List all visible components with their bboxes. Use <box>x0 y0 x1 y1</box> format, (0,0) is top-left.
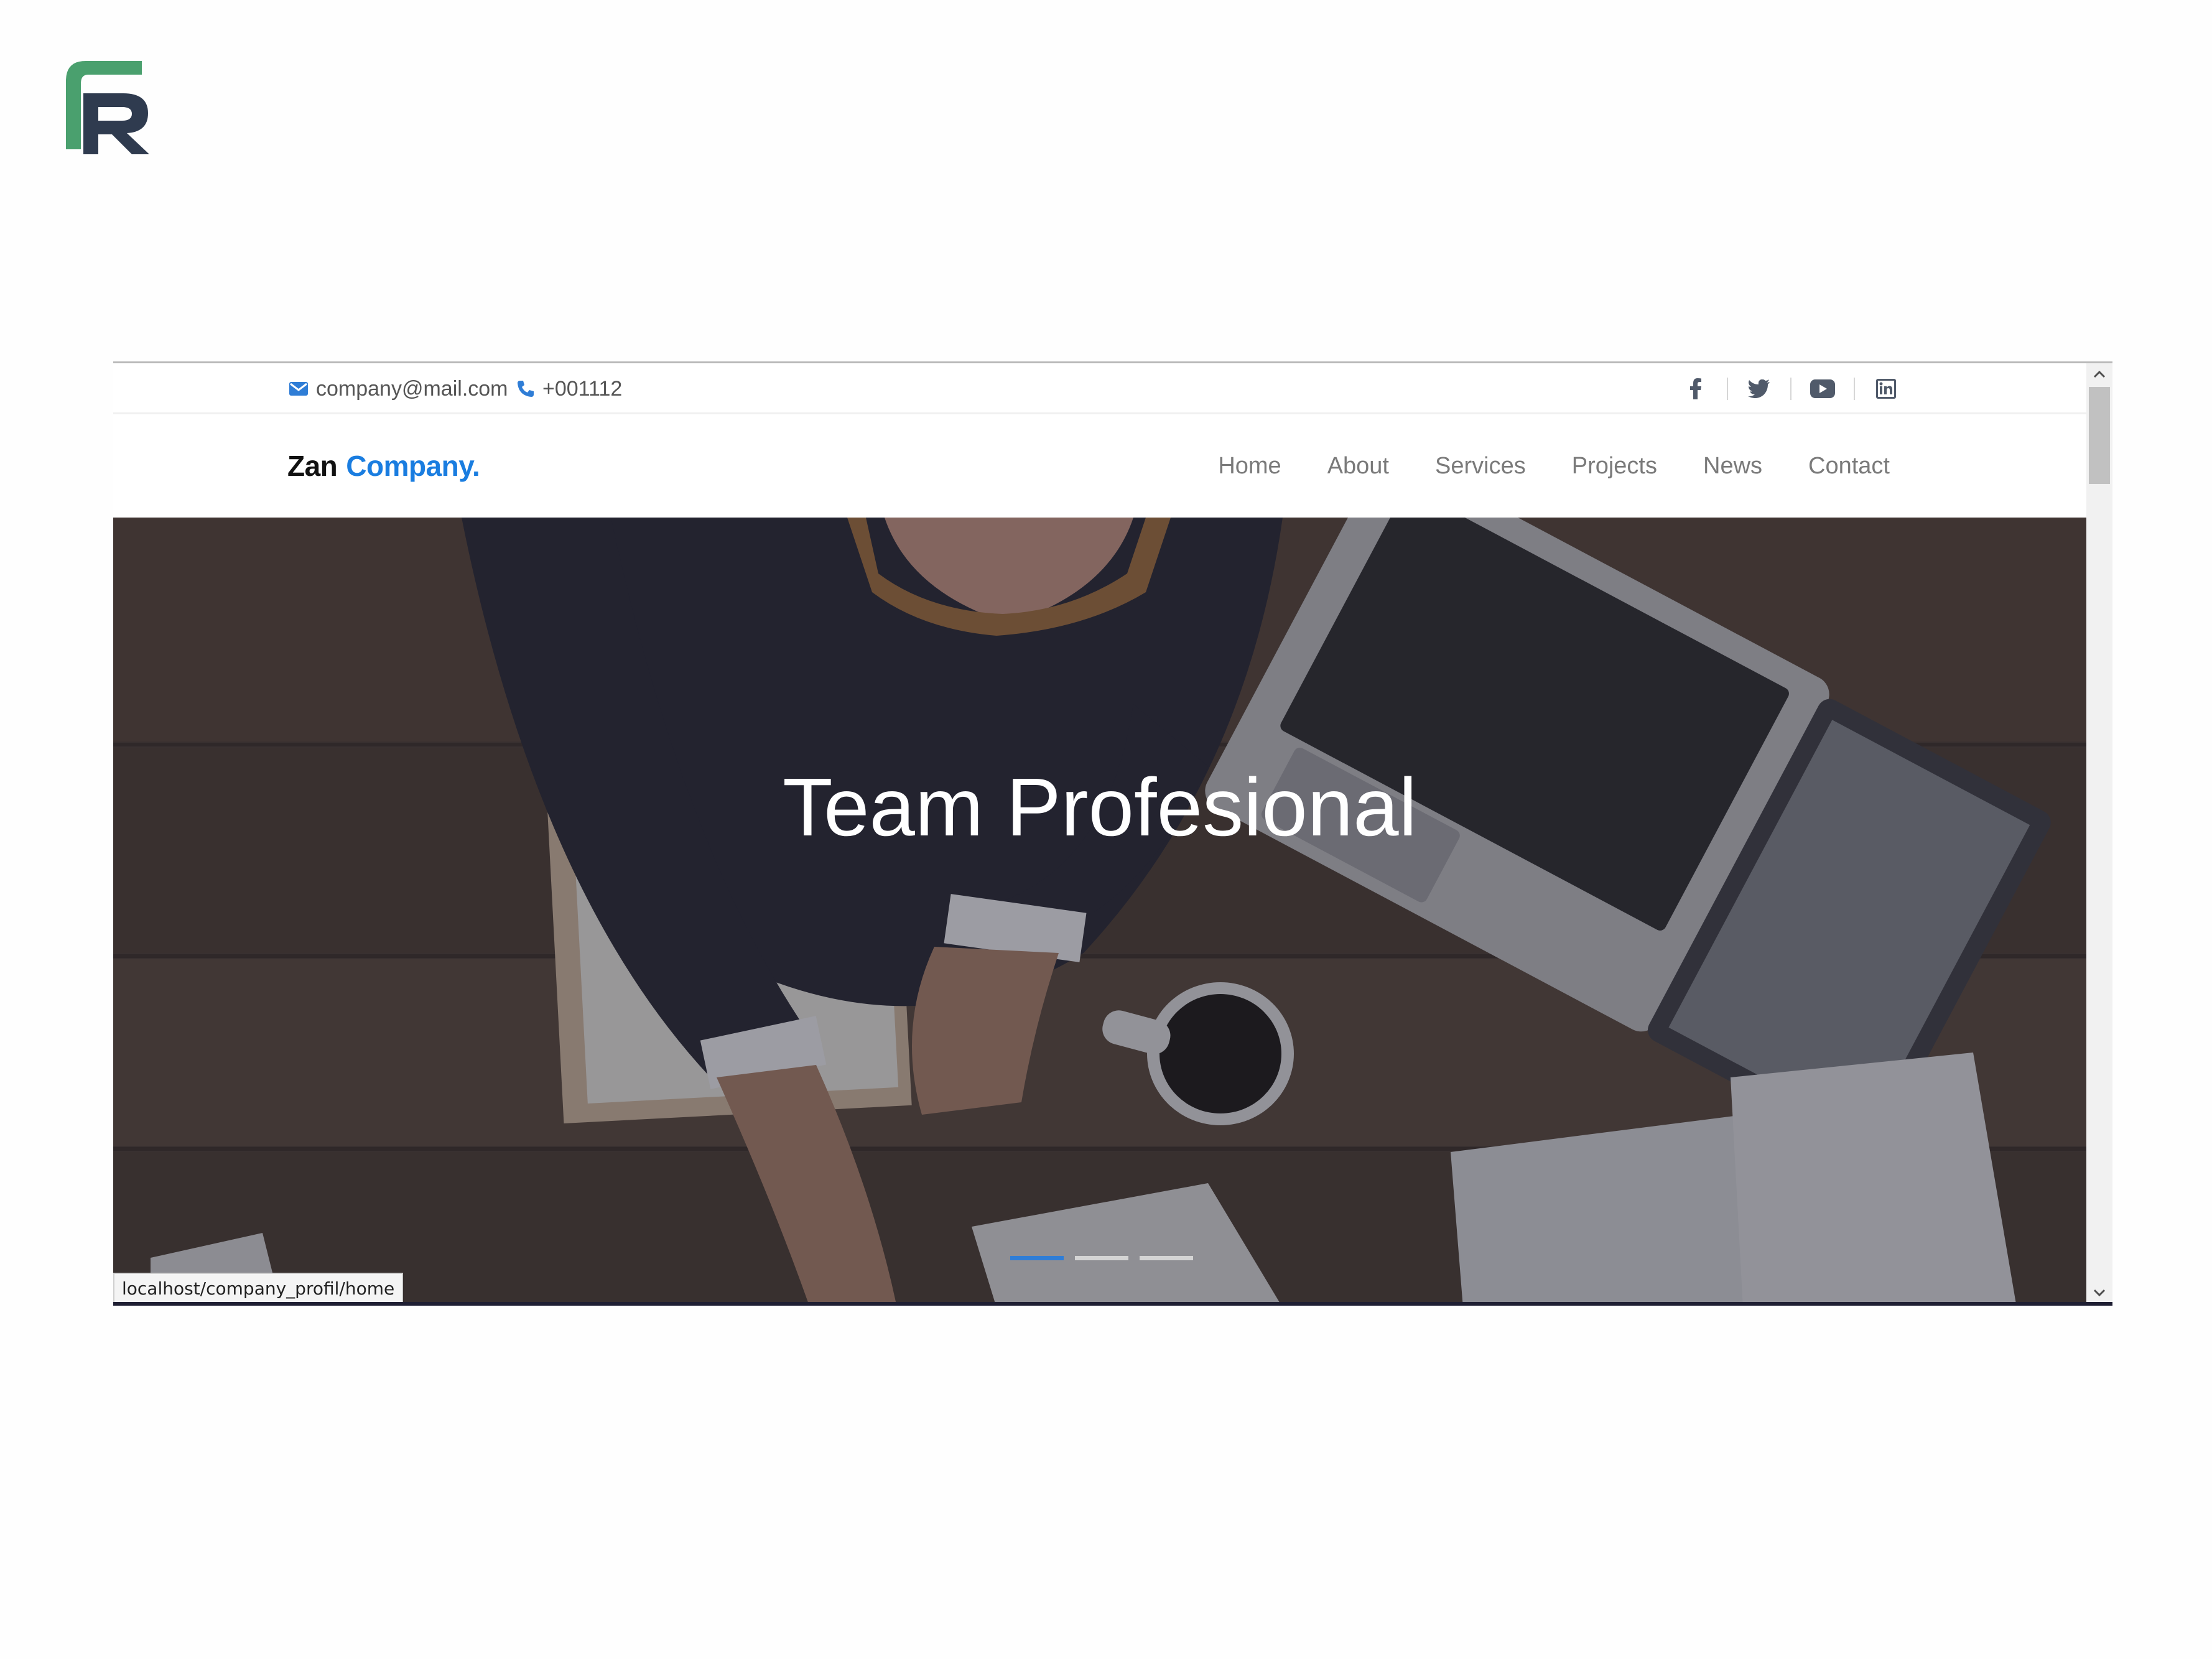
nav-news[interactable]: News <box>1703 453 1762 480</box>
carousel-indicators <box>1010 1256 1193 1260</box>
hero-background-image <box>113 518 2086 1302</box>
envelope-icon <box>289 382 308 396</box>
linkedin-icon[interactable] <box>1855 376 1917 401</box>
scroll-down-arrow-icon[interactable] <box>2086 1281 2112 1302</box>
scroll-up-arrow-icon[interactable] <box>2086 363 2112 386</box>
website-frame: company@mail.com +001112 Zan Company. Ho… <box>113 361 2112 1306</box>
nav-projects[interactable]: Projects <box>1572 453 1657 480</box>
browser-status-url: localhost/company_profil/home <box>113 1273 404 1302</box>
scrollbar-thumb[interactable] <box>2089 387 2110 484</box>
page-scrollbar[interactable] <box>2086 363 2112 1302</box>
nav-services[interactable]: Services <box>1435 453 1526 480</box>
nav-menu: Home About Services Projects News Contac… <box>1218 414 1890 518</box>
email-text: company@mail.com <box>316 376 508 401</box>
email-contact[interactable]: company@mail.com <box>289 363 508 414</box>
phone-icon <box>518 381 534 397</box>
carousel-indicator-1[interactable] <box>1010 1256 1064 1260</box>
nav-contact[interactable]: Contact <box>1808 453 1890 480</box>
nav-about[interactable]: About <box>1327 453 1389 480</box>
youtube-icon[interactable] <box>1791 376 1854 401</box>
phone-text: +001112 <box>542 376 623 401</box>
brand-accent: Company. <box>346 450 480 482</box>
main-navbar: Zan Company. Home About Services Project… <box>113 414 2086 518</box>
phone-contact[interactable]: +001112 <box>516 363 622 414</box>
twitter-icon[interactable] <box>1728 376 1790 401</box>
hero-title: Team Profesional <box>783 761 1417 853</box>
contact-topbar: company@mail.com +001112 <box>113 363 2086 414</box>
fr-logo <box>61 56 153 162</box>
facebook-icon[interactable] <box>1665 376 1727 401</box>
social-links <box>1665 363 1917 414</box>
carousel-indicator-3[interactable] <box>1140 1256 1193 1260</box>
brand-logo[interactable]: Zan Company. <box>287 414 480 518</box>
nav-home[interactable]: Home <box>1218 453 1281 480</box>
carousel-indicator-2[interactable] <box>1075 1256 1128 1260</box>
hero-carousel: Team Profesional <box>113 518 2086 1302</box>
brand-prefix: Zan <box>287 450 338 482</box>
